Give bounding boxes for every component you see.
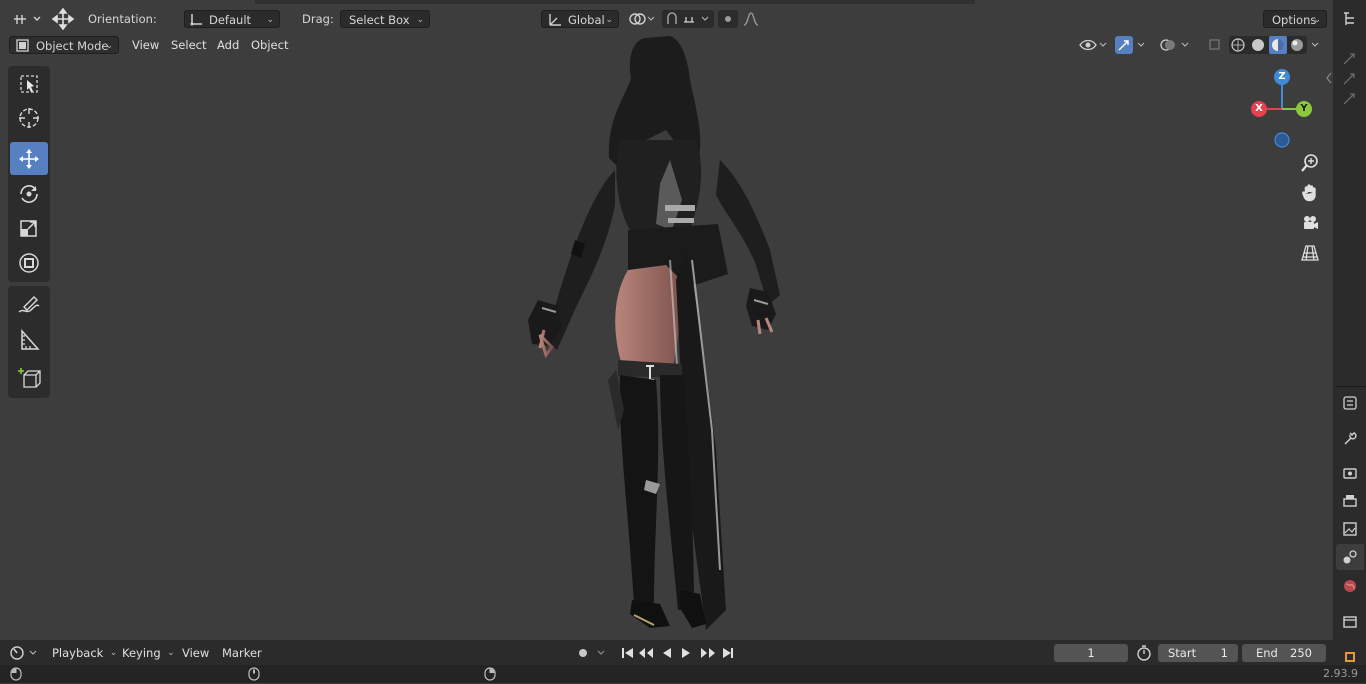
scene-properties-icon[interactable]	[1336, 544, 1364, 570]
mouse-middle-icon	[248, 667, 260, 684]
auto-keying-button[interactable]	[572, 644, 610, 662]
tool-wrench-icon[interactable]	[1336, 425, 1364, 451]
move-icon[interactable]	[10, 142, 48, 175]
snap-button[interactable]	[662, 10, 714, 28]
end-label: End	[1256, 646, 1278, 660]
tool-settings-icon[interactable]	[1336, 390, 1364, 416]
chevron-down-icon: ⌄	[167, 648, 175, 658]
zoom-icon[interactable]	[1296, 150, 1324, 176]
mouse-right-icon	[484, 667, 496, 684]
rotate-icon[interactable]	[10, 177, 48, 210]
perspective-grid-icon[interactable]	[1296, 240, 1324, 266]
menu-keying-label: Keying	[122, 646, 161, 660]
gizmo-options-button[interactable]	[1134, 36, 1150, 54]
transform-space-value: Global	[568, 13, 605, 27]
options-label: Options	[1272, 13, 1317, 27]
drag-dropdown[interactable]: Select Box ⌄	[340, 10, 430, 28]
panel-divider	[1336, 386, 1366, 387]
output-properties-icon[interactable]	[1336, 488, 1364, 514]
transform-space-dropdown[interactable]: Global ⌄	[541, 10, 619, 28]
character-model[interactable]	[520, 30, 800, 638]
menu-view[interactable]: View	[126, 36, 165, 54]
start-value: 1	[1220, 646, 1228, 660]
orientation-label: Orientation:	[88, 12, 157, 26]
workspace-tabs-strip	[255, 0, 975, 4]
add-cube-icon[interactable]	[10, 362, 48, 395]
select-box-icon[interactable]	[10, 67, 48, 100]
falloff-button[interactable]	[740, 10, 770, 28]
proportional-edit-button[interactable]	[718, 10, 738, 28]
xray-toggle-button[interactable]	[1206, 36, 1224, 54]
drag-value: Select Box	[349, 13, 410, 27]
outliner-icon[interactable]	[1336, 6, 1364, 32]
start-label: Start	[1168, 646, 1197, 660]
drag-label: Drag:	[302, 12, 334, 26]
pivot-point-button[interactable]	[626, 10, 658, 28]
orientation-icon	[190, 11, 204, 32]
scale-icon[interactable]	[10, 212, 48, 245]
selectability-visibility-button[interactable]	[1078, 36, 1110, 54]
transform-pivot-icon[interactable]	[50, 7, 76, 31]
gizmo-z-axis[interactable]: Z	[1274, 69, 1290, 85]
mode-value: Object Mode	[36, 39, 109, 53]
collection-properties-icon[interactable]	[1336, 608, 1364, 634]
pan-hand-icon[interactable]	[1296, 180, 1324, 206]
version-label: 2.93.9	[1323, 667, 1358, 680]
stopwatch-icon[interactable]	[1134, 644, 1154, 662]
gizmo-toggle-button[interactable]	[1115, 36, 1133, 54]
shading-options-button[interactable]	[1308, 36, 1324, 54]
object-mode-icon	[16, 39, 29, 57]
chevron-down-icon: ⌄	[266, 15, 274, 25]
end-value: 250	[1290, 646, 1312, 660]
chevron-down-icon: ⌄	[605, 15, 613, 25]
world-properties-icon[interactable]	[1336, 573, 1364, 599]
menu-keying[interactable]: Keying ⌄	[116, 644, 177, 662]
chevron-down-icon: ⌄	[105, 41, 113, 51]
camera-icon[interactable]	[1296, 210, 1324, 236]
orientation-dropdown[interactable]: Default ⌄	[184, 10, 280, 28]
menu-playback[interactable]: Playback ⌄	[46, 644, 119, 662]
overlays-button[interactable]	[1158, 36, 1194, 54]
gizmo-y-axis[interactable]: Y	[1296, 101, 1312, 117]
status-bar	[0, 665, 1366, 683]
shading-mode-group	[1229, 36, 1307, 54]
view-layer-icon[interactable]	[1336, 516, 1364, 542]
cursor-icon[interactable]	[10, 101, 48, 134]
playback-controls	[617, 644, 739, 662]
options-dropdown[interactable]: Options ⌄	[1263, 10, 1327, 28]
orientation-value: Default	[209, 13, 252, 27]
end-frame-field[interactable]: End 250	[1242, 644, 1326, 662]
menu-object[interactable]: Object	[245, 36, 294, 54]
menu-add[interactable]: Add	[211, 36, 245, 54]
mode-dropdown[interactable]: Object Mode ⌄	[9, 36, 119, 54]
transform-icon[interactable]	[10, 246, 48, 279]
editor-type-button[interactable]	[8, 10, 42, 28]
render-properties-icon[interactable]	[1336, 460, 1364, 486]
mouse-left-icon	[10, 667, 22, 684]
gizmo-x-axis[interactable]: X	[1251, 101, 1267, 117]
timeline-editor-type-button[interactable]	[8, 644, 40, 662]
menu-playback-label: Playback	[52, 646, 104, 660]
annotate-icon[interactable]	[10, 288, 48, 321]
chevron-down-icon: ⌄	[1313, 15, 1321, 25]
chevron-down-icon: ⌄	[416, 15, 424, 25]
menu-marker[interactable]: Marker	[216, 644, 268, 662]
measure-icon[interactable]	[10, 323, 48, 356]
sidebar-toggle-icon[interactable]	[1326, 72, 1332, 87]
outliner-restrict-toggles[interactable]	[1338, 50, 1362, 110]
start-frame-field[interactable]: Start 1	[1158, 644, 1238, 662]
menu-select[interactable]: Select	[165, 36, 212, 54]
current-frame-field[interactable]: 1	[1054, 644, 1128, 662]
menu-timeline-view[interactable]: View	[176, 644, 215, 662]
